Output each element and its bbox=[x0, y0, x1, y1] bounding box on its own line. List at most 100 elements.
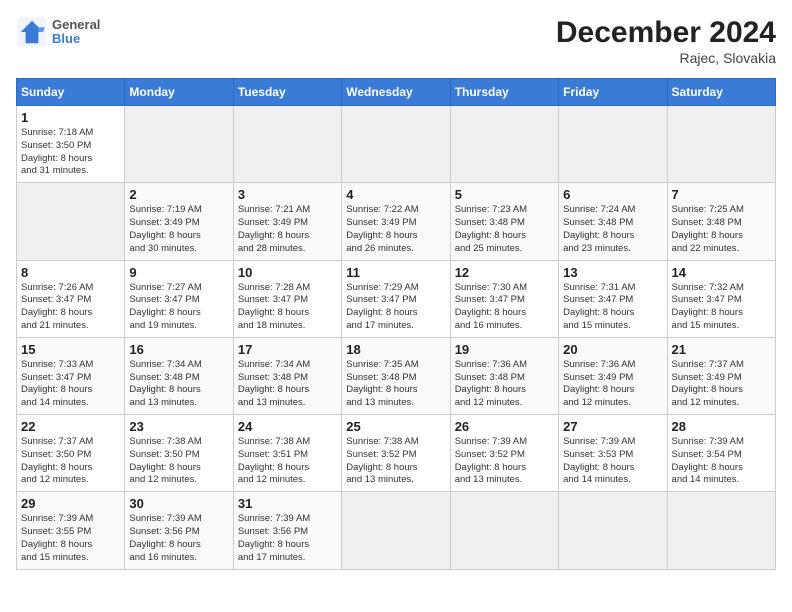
day-info: Sunrise: 7:34 AM Sunset: 3:48 PM Dayligh… bbox=[238, 359, 337, 410]
day-info: Sunrise: 7:38 AM Sunset: 3:52 PM Dayligh… bbox=[346, 436, 445, 487]
calendar-cell bbox=[125, 106, 233, 183]
day-info: Sunrise: 7:21 AM Sunset: 3:49 PM Dayligh… bbox=[238, 204, 337, 255]
day-number: 1 bbox=[21, 110, 120, 125]
day-number: 28 bbox=[672, 419, 771, 434]
col-header-friday: Friday bbox=[559, 79, 667, 106]
col-header-wednesday: Wednesday bbox=[342, 79, 450, 106]
calendar-cell: 1 Sunrise: 7:18 AM Sunset: 3:50 PM Daylig… bbox=[17, 106, 125, 183]
day-info: Sunrise: 7:24 AM Sunset: 3:48 PM Dayligh… bbox=[563, 204, 662, 255]
calendar-cell: 22 Sunrise: 7:37 AM Sunset: 3:50 PM Dayli… bbox=[17, 415, 125, 492]
calendar-cell: 20Sunrise: 7:36 AM Sunset: 3:49 PM Dayli… bbox=[559, 337, 667, 414]
day-number: 18 bbox=[346, 342, 445, 357]
calendar-cell: 11 Sunrise: 7:29 AM Sunset: 3:47 PM Dayli… bbox=[342, 260, 450, 337]
calendar-cell bbox=[342, 492, 450, 569]
calendar-cell: 3 Sunrise: 7:21 AM Sunset: 3:49 PM Daylig… bbox=[233, 183, 341, 260]
calendar-cell: 14 Sunrise: 7:32 AM Sunset: 3:47 PM Dayli… bbox=[667, 260, 775, 337]
calendar-cell: 9Sunrise: 7:27 AM Sunset: 3:47 PM Daylig… bbox=[125, 260, 233, 337]
logo-icon bbox=[16, 16, 48, 48]
calendar-cell: 26Sunrise: 7:39 AM Sunset: 3:52 PM Dayli… bbox=[450, 415, 558, 492]
calendar-cell bbox=[342, 106, 450, 183]
day-number: 25 bbox=[346, 419, 445, 434]
day-number: 12 bbox=[455, 265, 554, 280]
calendar-cell: 28 Sunrise: 7:39 AM Sunset: 3:54 PM Dayli… bbox=[667, 415, 775, 492]
day-info: Sunrise: 7:33 AM Sunset: 3:47 PM Dayligh… bbox=[21, 359, 120, 410]
calendar-subtitle: Rajec, Slovakia bbox=[556, 50, 776, 66]
day-info: Sunrise: 7:18 AM Sunset: 3:50 PM Dayligh… bbox=[21, 127, 120, 178]
calendar-cell bbox=[667, 492, 775, 569]
logo: General Blue bbox=[16, 16, 100, 48]
day-number: 17 bbox=[238, 342, 337, 357]
day-number: 7 bbox=[672, 187, 771, 202]
calendar-cell: 31Sunrise: 7:39 AM Sunset: 3:56 PM Dayli… bbox=[233, 492, 341, 569]
day-number: 9 bbox=[129, 265, 228, 280]
day-info: Sunrise: 7:32 AM Sunset: 3:47 PM Dayligh… bbox=[672, 282, 771, 333]
day-info: Sunrise: 7:26 AM Sunset: 3:47 PM Dayligh… bbox=[21, 282, 120, 333]
logo-text: General Blue bbox=[52, 18, 100, 47]
calendar-header-row: SundayMondayTuesdayWednesdayThursdayFrid… bbox=[17, 79, 776, 106]
calendar-cell: 13Sunrise: 7:31 AM Sunset: 3:47 PM Dayli… bbox=[559, 260, 667, 337]
calendar-cell: 16 Sunrise: 7:34 AM Sunset: 3:48 PM Dayli… bbox=[125, 337, 233, 414]
day-number: 14 bbox=[672, 265, 771, 280]
calendar-week-row: 2 Sunrise: 7:19 AM Sunset: 3:49 PM Daylig… bbox=[17, 183, 776, 260]
day-number: 2 bbox=[129, 187, 228, 202]
day-info: Sunrise: 7:39 AM Sunset: 3:54 PM Dayligh… bbox=[672, 436, 771, 487]
calendar-cell: 10 Sunrise: 7:28 AM Sunset: 3:47 PM Dayli… bbox=[233, 260, 341, 337]
calendar-title: December 2024 bbox=[556, 16, 776, 50]
day-number: 3 bbox=[238, 187, 337, 202]
day-info: Sunrise: 7:38 AM Sunset: 3:50 PM Dayligh… bbox=[129, 436, 228, 487]
day-info: Sunrise: 7:36 AM Sunset: 3:49 PM Dayligh… bbox=[563, 359, 662, 410]
col-header-thursday: Thursday bbox=[450, 79, 558, 106]
day-info: Sunrise: 7:28 AM Sunset: 3:47 PM Dayligh… bbox=[238, 282, 337, 333]
calendar-cell: 17 Sunrise: 7:34 AM Sunset: 3:48 PM Dayli… bbox=[233, 337, 341, 414]
day-number: 23 bbox=[129, 419, 228, 434]
day-number: 11 bbox=[346, 265, 445, 280]
day-number: 22 bbox=[21, 419, 120, 434]
day-number: 15 bbox=[21, 342, 120, 357]
col-header-tuesday: Tuesday bbox=[233, 79, 341, 106]
day-info: Sunrise: 7:39 AM Sunset: 3:52 PM Dayligh… bbox=[455, 436, 554, 487]
day-number: 16 bbox=[129, 342, 228, 357]
day-number: 30 bbox=[129, 496, 228, 511]
day-info: Sunrise: 7:39 AM Sunset: 3:56 PM Dayligh… bbox=[238, 513, 337, 564]
calendar-cell bbox=[559, 492, 667, 569]
calendar-cell: 18Sunrise: 7:35 AM Sunset: 3:48 PM Dayli… bbox=[342, 337, 450, 414]
day-info: Sunrise: 7:19 AM Sunset: 3:49 PM Dayligh… bbox=[129, 204, 228, 255]
calendar-cell bbox=[450, 492, 558, 569]
calendar-cell: 27Sunrise: 7:39 AM Sunset: 3:53 PM Dayli… bbox=[559, 415, 667, 492]
calendar-week-row: 29Sunrise: 7:39 AM Sunset: 3:55 PM Dayli… bbox=[17, 492, 776, 569]
day-info: Sunrise: 7:39 AM Sunset: 3:56 PM Dayligh… bbox=[129, 513, 228, 564]
day-info: Sunrise: 7:22 AM Sunset: 3:49 PM Dayligh… bbox=[346, 204, 445, 255]
day-number: 5 bbox=[455, 187, 554, 202]
calendar-cell: 15 Sunrise: 7:33 AM Sunset: 3:47 PM Dayli… bbox=[17, 337, 125, 414]
day-number: 29 bbox=[21, 496, 120, 511]
calendar-cell: 24Sunrise: 7:38 AM Sunset: 3:51 PM Dayli… bbox=[233, 415, 341, 492]
day-number: 21 bbox=[672, 342, 771, 357]
col-header-monday: Monday bbox=[125, 79, 233, 106]
day-info: Sunrise: 7:36 AM Sunset: 3:48 PM Dayligh… bbox=[455, 359, 554, 410]
calendar-cell: 8Sunrise: 7:26 AM Sunset: 3:47 PM Daylig… bbox=[17, 260, 125, 337]
calendar-cell bbox=[233, 106, 341, 183]
calendar-cell: 25 Sunrise: 7:38 AM Sunset: 3:52 PM Dayli… bbox=[342, 415, 450, 492]
page-header: General Blue December 2024 Rajec, Slovak… bbox=[16, 16, 776, 66]
calendar-week-row: 1 Sunrise: 7:18 AM Sunset: 3:50 PM Daylig… bbox=[17, 106, 776, 183]
day-info: Sunrise: 7:34 AM Sunset: 3:48 PM Dayligh… bbox=[129, 359, 228, 410]
day-number: 10 bbox=[238, 265, 337, 280]
logo-line1: General bbox=[52, 18, 100, 32]
day-number: 24 bbox=[238, 419, 337, 434]
calendar-cell: 21 Sunrise: 7:37 AM Sunset: 3:49 PM Dayli… bbox=[667, 337, 775, 414]
day-number: 13 bbox=[563, 265, 662, 280]
calendar-cell: 12 Sunrise: 7:30 AM Sunset: 3:47 PM Dayli… bbox=[450, 260, 558, 337]
calendar-cell bbox=[17, 183, 125, 260]
calendar-table: SundayMondayTuesdayWednesdayThursdayFrid… bbox=[16, 78, 776, 570]
logo-line2: Blue bbox=[52, 32, 100, 46]
day-info: Sunrise: 7:37 AM Sunset: 3:49 PM Dayligh… bbox=[672, 359, 771, 410]
calendar-cell: 4 Sunrise: 7:22 AM Sunset: 3:49 PM Daylig… bbox=[342, 183, 450, 260]
calendar-cell: 2 Sunrise: 7:19 AM Sunset: 3:49 PM Daylig… bbox=[125, 183, 233, 260]
day-info: Sunrise: 7:29 AM Sunset: 3:47 PM Dayligh… bbox=[346, 282, 445, 333]
day-number: 4 bbox=[346, 187, 445, 202]
calendar-week-row: 22 Sunrise: 7:37 AM Sunset: 3:50 PM Dayli… bbox=[17, 415, 776, 492]
day-info: Sunrise: 7:37 AM Sunset: 3:50 PM Dayligh… bbox=[21, 436, 120, 487]
day-info: Sunrise: 7:30 AM Sunset: 3:47 PM Dayligh… bbox=[455, 282, 554, 333]
calendar-cell bbox=[667, 106, 775, 183]
calendar-week-row: 8Sunrise: 7:26 AM Sunset: 3:47 PM Daylig… bbox=[17, 260, 776, 337]
